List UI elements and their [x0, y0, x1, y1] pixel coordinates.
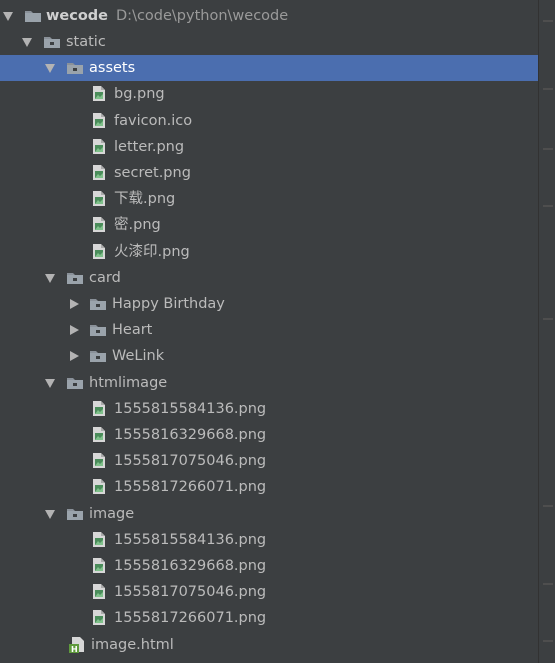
tree-file-row[interactable]: Himage.html: [0, 632, 539, 658]
scrollbar-marker: [543, 640, 553, 642]
chevron-right-icon[interactable]: [70, 299, 79, 309]
scrollbar-marker: [543, 205, 553, 207]
tree-file-row[interactable]: 火漆印.png: [0, 239, 539, 265]
chevron-down-icon[interactable]: [45, 273, 55, 283]
folder-icon: [89, 348, 107, 368]
chevron-down-icon[interactable]: [45, 378, 55, 388]
folder-icon: [89, 322, 107, 342]
scrollbar-marker: [543, 505, 553, 507]
image-file-icon: [92, 190, 106, 211]
tree-file-label: 下载.png: [114, 191, 176, 208]
image-file-icon: [92, 609, 106, 630]
folder-icon: [66, 270, 84, 290]
image-file-icon: [92, 216, 106, 237]
tree-file-row[interactable]: letter.png: [0, 134, 539, 160]
chevron-down-icon[interactable]: [22, 38, 32, 47]
tree-folder-label: WeLink: [112, 348, 165, 365]
tree-root[interactable]: wecode D:\code\python\wecode: [0, 3, 539, 29]
tree-file-label: favicon.ico: [114, 112, 193, 129]
folder-icon: [66, 375, 84, 395]
tree-file-label: 1555815584136.png: [114, 531, 267, 548]
tree-file-row[interactable]: 1555816329668.png: [0, 422, 539, 448]
tree-folder-row[interactable]: card: [0, 265, 539, 291]
tree-file-row[interactable]: 1555817266071.png: [0, 474, 539, 500]
tree-folder-label: Happy Birthday: [112, 296, 225, 312]
tree-file-label: 密.png: [114, 217, 161, 234]
tree-file-label: 1555816329668.png: [114, 427, 267, 443]
tree-file-label: 1555815584136.png: [114, 400, 267, 417]
chevron-down-icon[interactable]: [45, 64, 55, 74]
folder-icon: [24, 8, 42, 28]
tree-folder-label: Heart: [112, 322, 153, 339]
chevron-right-icon[interactable]: [70, 351, 79, 362]
tree-file-row[interactable]: 1555817266071.png: [0, 605, 539, 631]
image-file-icon: [92, 85, 106, 106]
tree-folder-row[interactable]: image: [0, 501, 539, 527]
tree-file-row[interactable]: 1555817075046.png: [0, 579, 539, 605]
image-file-icon: [92, 452, 106, 473]
tree-folder-row[interactable]: assets: [0, 55, 539, 82]
tree-folder-label: card: [89, 269, 121, 286]
tree-folder-label: static: [66, 34, 106, 50]
tree-file-row[interactable]: 1555817075046.png: [0, 448, 539, 474]
chevron-right-icon[interactable]: [70, 325, 79, 336]
tree-folder-row[interactable]: Heart: [0, 317, 539, 343]
scrollbar-marker: [543, 583, 553, 585]
tree-file-row[interactable]: favicon.ico: [0, 108, 539, 134]
tree-file-label: bg.png: [114, 86, 165, 103]
image-file-icon: [92, 557, 106, 578]
folder-icon: [66, 60, 84, 80]
tree-file-row[interactable]: 1555816329668.png: [0, 553, 539, 579]
image-file-icon: [92, 138, 106, 159]
tree-file-row[interactable]: secret.png: [0, 160, 539, 186]
folder-icon: [43, 34, 61, 54]
image-file-icon: [92, 243, 106, 264]
tree-file-label: 1555816329668.png: [114, 558, 267, 574]
folder-icon: [89, 296, 107, 316]
project-name-text: wecode: [46, 8, 109, 24]
tree-file-label: 1555817266071.png: [114, 610, 267, 627]
scrollbar-marker: [543, 20, 553, 22]
tree-file-label: secret.png: [114, 165, 191, 181]
image-file-icon: [92, 112, 106, 133]
tree-folder-row[interactable]: htmlimage: [0, 370, 539, 396]
project-tree: wecode D:\code\python\wecode static assets…: [0, 0, 539, 663]
tree-file-label: 1555817075046.png: [114, 453, 267, 470]
image-file-icon: [92, 531, 106, 552]
tree-folder-label: assets: [89, 60, 136, 77]
svg-text:H: H: [71, 645, 78, 653]
html-file-icon: H: [69, 636, 85, 657]
tree-folder-label: htmlimage: [89, 374, 168, 391]
image-file-icon: [92, 478, 106, 499]
project-name: wecode D:\code\python\wecode: [46, 7, 288, 25]
tree-folder-row[interactable]: WeLink: [0, 343, 539, 369]
tree-folder-label: image: [89, 505, 135, 522]
folder-icon: [66, 506, 84, 526]
chevron-down-icon[interactable]: [3, 12, 13, 21]
tree-file-label: letter.png: [114, 138, 185, 155]
tree-file-label: 1555817075046.png: [114, 584, 267, 601]
tree-file-label: 火漆印.png: [114, 243, 190, 260]
tree-file-row[interactable]: 密.png: [0, 212, 539, 238]
image-file-icon: [92, 164, 106, 185]
image-file-icon: [92, 400, 106, 421]
tree-folder-row[interactable]: static: [0, 29, 539, 55]
tree-file-row[interactable]: 1555815584136.png: [0, 396, 539, 422]
scrollbar-marker: [543, 88, 553, 90]
tree-file-row[interactable]: 下载.png: [0, 186, 539, 212]
project-path: D:\code\python\wecode: [116, 8, 289, 24]
chevron-down-icon[interactable]: [45, 509, 55, 519]
image-file-icon: [92, 426, 106, 447]
image-file-icon: [92, 583, 106, 604]
scrollbar-marker: [543, 148, 553, 150]
vertical-scrollbar[interactable]: [538, 0, 555, 663]
tree-file-row[interactable]: 1555815584136.png: [0, 527, 539, 553]
tree-file-label: image.html: [91, 636, 174, 653]
tree-file-label: 1555817266071.png: [114, 479, 267, 496]
scrollbar-marker: [543, 318, 553, 320]
tree-folder-row[interactable]: Happy Birthday: [0, 291, 539, 317]
tree-file-row[interactable]: bg.png: [0, 81, 539, 107]
